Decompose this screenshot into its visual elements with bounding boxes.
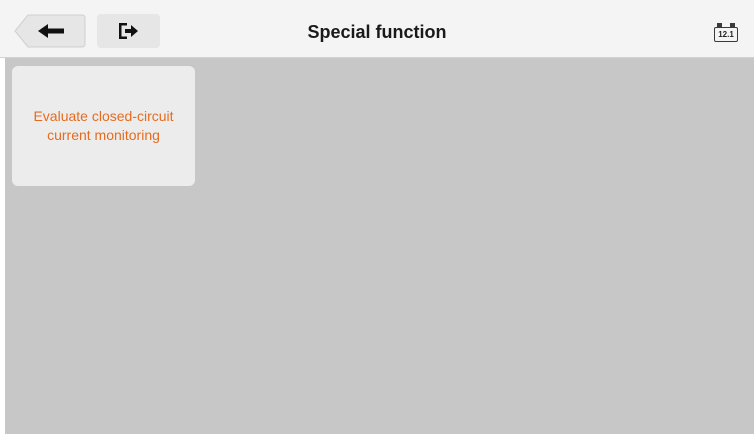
exit-icon (118, 23, 138, 39)
function-item-closed-circuit-current[interactable]: Evaluate closed-circuit current monitori… (12, 66, 195, 186)
back-arrow-icon (14, 14, 86, 48)
exit-button[interactable] (97, 14, 160, 48)
battery-voltage: 12.1 (718, 30, 734, 39)
battery-icon: 12.1 (714, 23, 738, 43)
function-list: Evaluate closed-circuit current monitori… (5, 58, 754, 434)
top-toolbar: Special function 12.1 (0, 0, 754, 58)
battery-body: 12.1 (714, 27, 738, 42)
screen: Special function 12.1 Evaluate closed-ci… (0, 0, 754, 434)
function-item-label: Evaluate closed-circuit current monitori… (33, 108, 174, 143)
back-button[interactable] (14, 14, 86, 48)
